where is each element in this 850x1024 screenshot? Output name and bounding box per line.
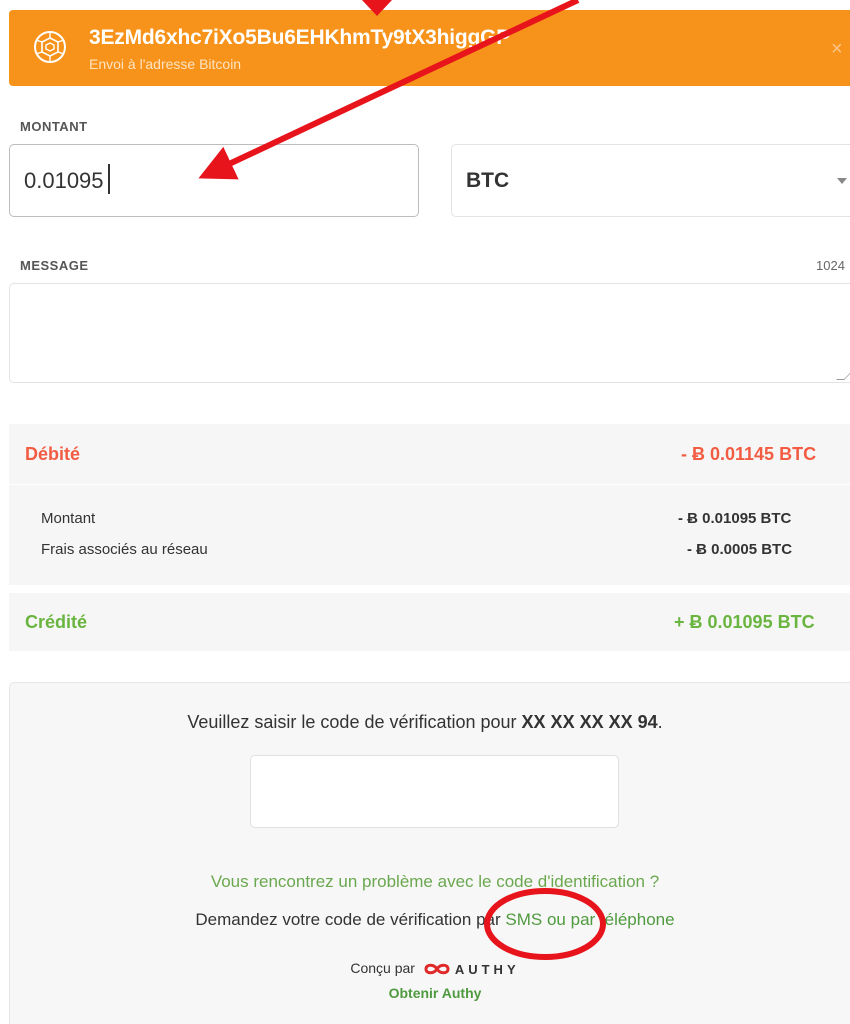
recipient-banner: 3EzMd6xhc7iXo5Bu6EHKhmTy9tX3higgGP Envoi… bbox=[9, 10, 850, 86]
debit-amount: - Ƀ 0.01145 BTC bbox=[681, 444, 817, 464]
chevron-down-icon bbox=[837, 178, 847, 184]
debit-row: Débité - Ƀ 0.01145 BTC bbox=[9, 424, 850, 484]
masked-phone-number: XX XX XX XX 94 bbox=[521, 712, 658, 732]
request-par: par bbox=[476, 910, 501, 929]
bitcoin-coin-icon bbox=[34, 31, 66, 63]
prompt-text: Veuillez saisir le code de vérification … bbox=[187, 712, 522, 732]
or-text: ou bbox=[546, 910, 566, 929]
request-text: Demandez votre code de vérification bbox=[195, 910, 477, 929]
prompt-period: . bbox=[657, 712, 663, 732]
message-label: MESSAGE bbox=[20, 258, 89, 273]
currency-select[interactable]: BTC bbox=[451, 144, 850, 217]
get-authy-link[interactable]: Obtenir Authy bbox=[0, 985, 850, 1001]
phone-call-link[interactable]: par téléphone bbox=[571, 910, 675, 929]
amount-detail-label: Montant bbox=[41, 510, 96, 527]
amount-input[interactable] bbox=[9, 144, 419, 217]
fee-value: - Ƀ 0.0005 BTC bbox=[687, 541, 793, 558]
text-caret bbox=[108, 164, 110, 194]
verification-prompt: Veuillez saisir le code de vérification … bbox=[0, 712, 850, 733]
sms-link[interactable]: SMS bbox=[505, 910, 542, 929]
authy-brand: AUTHY bbox=[454, 961, 520, 977]
credit-amount: + Ƀ 0.01095 BTC bbox=[674, 612, 815, 632]
message-textarea[interactable] bbox=[9, 283, 850, 383]
message-char-counter: 1024 bbox=[816, 258, 845, 273]
close-icon[interactable]: × bbox=[831, 38, 843, 61]
authy-logo-icon bbox=[424, 964, 450, 975]
designed-by-text: Conçu par bbox=[350, 960, 415, 976]
verification-code-input[interactable] bbox=[250, 755, 619, 828]
amount-label: MONTANT bbox=[20, 119, 88, 134]
trouble-link[interactable]: Vous rencontrez un problème avec le code… bbox=[0, 872, 850, 892]
credit-label: Crédité bbox=[25, 612, 88, 632]
recipient-address: 3EzMd6xhc7iXo5Bu6EHKhmTy9tX3higgGP bbox=[89, 26, 511, 49]
debit-label: Débité bbox=[25, 444, 81, 464]
fee-label: Frais associés au réseau bbox=[41, 541, 208, 558]
currency-value: BTC bbox=[466, 169, 510, 192]
amount-detail-value: - Ƀ 0.01095 BTC bbox=[678, 510, 792, 527]
request-code-line: Demandez votre code de vérification par … bbox=[0, 910, 850, 930]
debit-details: Montant - Ƀ 0.01095 BTC Frais associés a… bbox=[9, 485, 850, 585]
authy-credit: Conçu par AUTHY bbox=[0, 960, 850, 977]
recipient-subtitle: Envoi à l'adresse Bitcoin bbox=[89, 56, 242, 72]
credit-row: Crédité + Ƀ 0.01095 BTC bbox=[9, 593, 850, 651]
